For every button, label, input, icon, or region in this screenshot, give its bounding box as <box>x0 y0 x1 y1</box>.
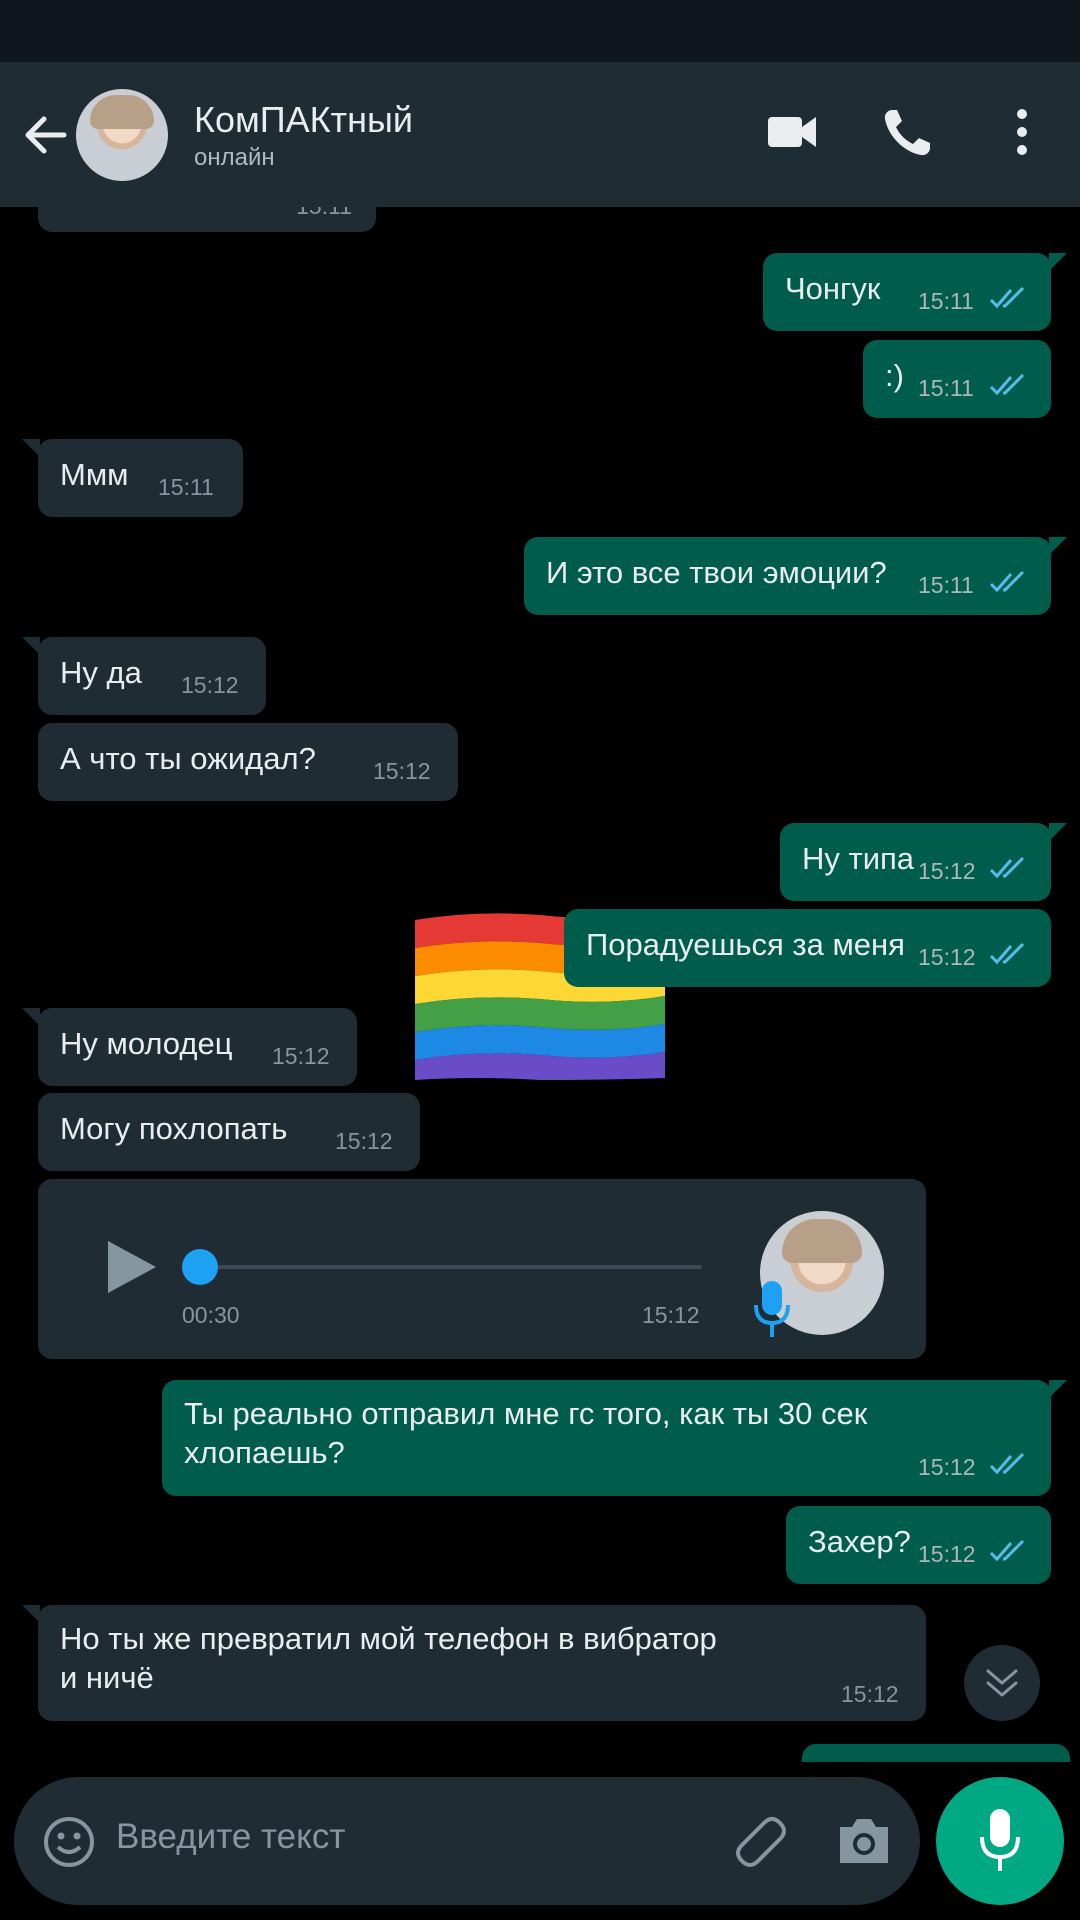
double-chevron-down-icon <box>986 1669 1018 1697</box>
read-ticks-icon <box>989 856 1025 879</box>
voice-progress-track[interactable] <box>198 1265 702 1269</box>
attach-icon[interactable] <box>730 1813 790 1871</box>
message-outgoing[interactable]: Чонгук 15:11 <box>763 253 1067 331</box>
message-outgoing[interactable]: И это все твои эмоции? 15:11 <box>524 537 1067 615</box>
chat-header: КомПАКтный онлайн <box>0 62 1080 207</box>
voice-progress-knob[interactable] <box>182 1249 218 1285</box>
message-input-bar[interactable]: Введите текст <box>14 1777 920 1905</box>
message-list[interactable]: 15:11 Чонгук 15:11 :) 15:11 Ммм 15:11 И … <box>0 207 1080 1762</box>
message-incoming[interactable]: 15:11 <box>38 207 376 232</box>
camera-icon[interactable] <box>834 1815 894 1867</box>
scroll-down-button[interactable] <box>964 1645 1040 1721</box>
voice-record-button[interactable] <box>936 1777 1064 1905</box>
read-ticks-icon <box>989 1539 1025 1562</box>
phone-call-icon[interactable] <box>878 102 938 162</box>
message-incoming[interactable]: Ммм 15:11 <box>22 439 243 517</box>
voice-duration: 00:30 <box>182 1302 240 1328</box>
emoji-icon[interactable] <box>42 1815 96 1869</box>
read-ticks-icon <box>989 373 1025 396</box>
contact-status: онлайн <box>194 144 275 171</box>
message-outgoing[interactable]: Ты реально отправил мне гс того, как ты … <box>162 1380 1067 1496</box>
back-arrow-icon[interactable] <box>20 110 70 160</box>
read-ticks-icon <box>989 1452 1025 1475</box>
message-input[interactable]: Введите текст <box>116 1817 345 1857</box>
status-bar <box>0 0 1080 62</box>
message-incoming[interactable]: Могу похлопать 15:12 <box>38 1093 420 1171</box>
read-ticks-icon <box>989 570 1025 593</box>
message-outgoing[interactable]: Порадуешься за меня 15:12 <box>564 909 1051 987</box>
message-incoming[interactable]: Ну да 15:12 <box>22 637 266 715</box>
more-vert-icon[interactable] <box>992 102 1052 162</box>
message-outgoing[interactable]: :) 15:11 <box>863 340 1051 418</box>
message-incoming[interactable]: Но ты же превратил мой телефон в вибрато… <box>22 1605 926 1721</box>
mic-icon <box>754 1281 790 1337</box>
read-ticks-icon <box>989 286 1025 309</box>
mic-icon <box>980 1809 1020 1871</box>
voice-time: 15:12 <box>642 1302 700 1328</box>
message-incoming[interactable]: Ну молодец 15:12 <box>22 1008 357 1086</box>
play-icon[interactable] <box>104 1237 160 1297</box>
message-outgoing[interactable] <box>802 1744 1070 1762</box>
contact-avatar[interactable] <box>76 89 168 181</box>
message-incoming[interactable]: А что ты ожидал? 15:12 <box>38 723 458 801</box>
message-outgoing[interactable]: Захер? 15:12 <box>786 1506 1051 1584</box>
voice-message[interactable]: 00:30 15:12 <box>38 1179 926 1359</box>
message-outgoing[interactable]: Ну типа 15:12 <box>780 823 1067 901</box>
video-call-icon[interactable] <box>762 102 822 162</box>
read-ticks-icon <box>989 942 1025 965</box>
contact-name[interactable]: КомПАКтный <box>194 99 413 141</box>
